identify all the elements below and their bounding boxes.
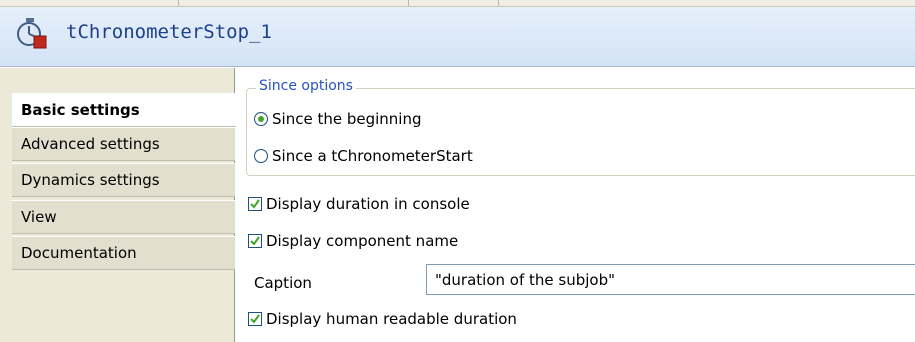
tab-advanced-settings[interactable]: Advanced settings [12,127,235,161]
tab-basic-settings[interactable]: Basic settings [12,93,236,127]
tab-dynamics-settings[interactable]: Dynamics settings [12,163,235,197]
checkmark-icon [250,199,260,209]
checkmark-icon [250,236,260,246]
radio-button-selected[interactable] [254,112,268,126]
caption-label: Caption [254,274,312,292]
radio-since-chronometer-start[interactable]: Since a tChronometerStart [254,147,473,165]
component-header: tChronometerStop_1 [0,7,915,67]
settings-sidebar: Basic settings Advanced settings Dynamic… [0,68,236,342]
checkbox[interactable] [248,197,262,211]
since-options-legend: Since options [256,78,356,94]
checkbox-label: Display component name [266,232,459,250]
checkbox[interactable] [248,234,262,248]
radio-label: Since the beginning [272,110,422,128]
tab-view[interactable]: View [12,200,235,234]
tab-documentation[interactable]: Documentation [12,236,235,270]
checkmark-icon [250,314,260,324]
checkbox-label: Display human readable duration [266,310,517,328]
radio-label: Since a tChronometerStart [272,147,473,165]
caption-input[interactable] [426,264,915,295]
component-title: tChronometerStop_1 [66,21,272,43]
top-strip-segment [408,0,499,6]
basic-settings-panel: Since options Since the beginning Since … [236,68,915,342]
checkbox[interactable] [248,312,262,326]
top-strip-segment [178,0,409,6]
radio-since-beginning[interactable]: Since the beginning [254,110,421,128]
checkbox-label: Display duration in console [266,195,470,213]
checkbox-display-human-readable[interactable]: Display human readable duration [248,310,517,328]
checkbox-display-component-name[interactable]: Display component name [248,232,458,250]
radio-button[interactable] [254,149,268,163]
top-tab-strip [0,0,915,7]
top-strip-segment [0,0,179,6]
stopwatch-icon [17,18,47,49]
checkbox-display-duration[interactable]: Display duration in console [248,195,470,213]
